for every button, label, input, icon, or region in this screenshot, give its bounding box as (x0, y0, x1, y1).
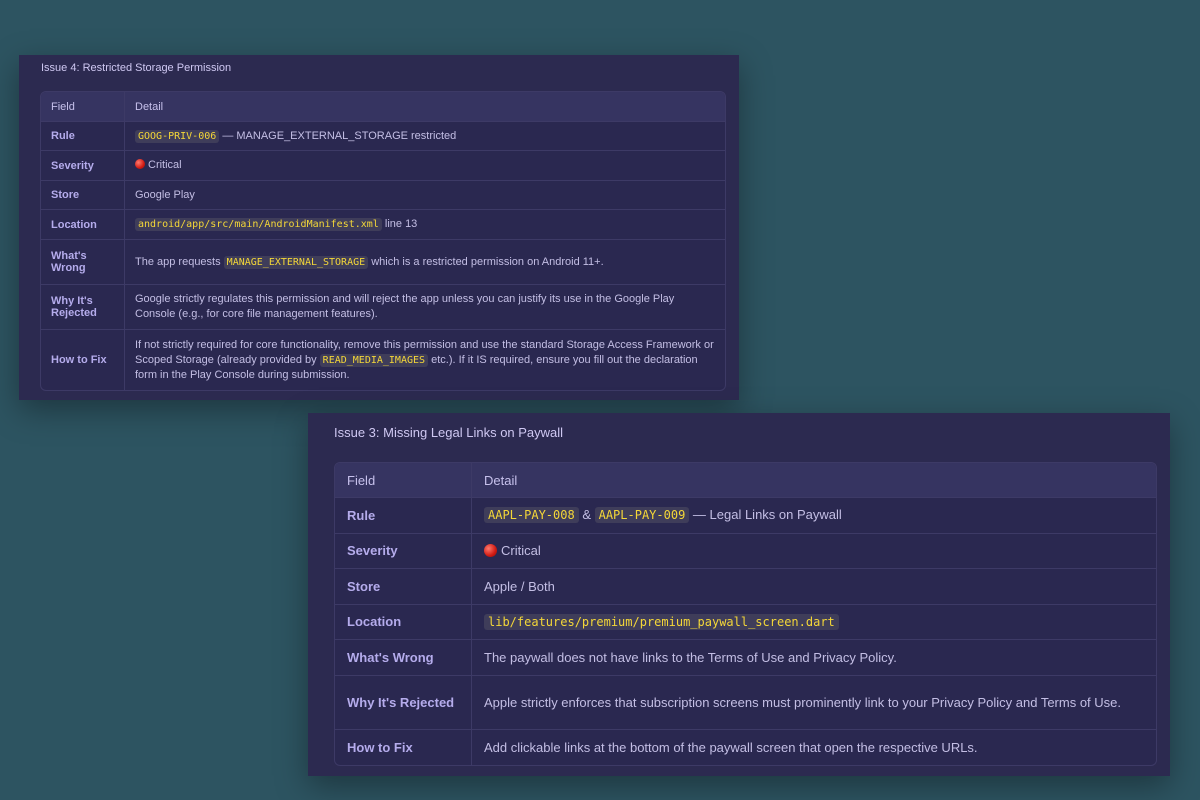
how-to-fix-code: READ_MEDIA_IMAGES (319, 353, 429, 367)
why-rejected-label: Why It's Rejected (41, 285, 125, 330)
store-detail: Google Play (125, 181, 725, 210)
store-label: Store (335, 569, 472, 605)
issue-3-title: Issue 3: Missing Legal Links on Paywall (334, 425, 564, 440)
whats-wrong-text-end: which is a restricted permission on Andr… (368, 255, 604, 268)
field-header: Field (41, 92, 125, 122)
rule-code: GOOG-PRIV-006 (135, 129, 220, 143)
red-circle-icon (484, 544, 497, 558)
red-circle-icon (135, 159, 145, 170)
whats-wrong-label: What's Wrong (41, 240, 125, 285)
location-code: lib/features/premium/premium_paywall_scr… (484, 613, 839, 630)
rule-code-1: AAPL-PAY-008 (484, 507, 579, 524)
whats-wrong-detail: The app requests MANAGE_EXTERNAL_STORAGE… (125, 240, 725, 285)
store-label: Store (41, 181, 125, 210)
store-detail: Apple / Both (472, 569, 1156, 605)
how-to-fix-label: How to Fix (335, 729, 472, 765)
severity-detail: Critical (472, 534, 1156, 569)
issue-4-card: Issue 4: Restricted Storage Permission F… (19, 55, 739, 400)
why-rejected-detail: Google strictly regulates this permissio… (125, 285, 725, 330)
rule-code-2: AAPL-PAY-009 (594, 507, 690, 524)
issue-3-card: Issue 3: Missing Legal Links on Paywall … (308, 413, 1170, 776)
how-to-fix-detail: If not strictly required for core functi… (125, 330, 725, 390)
how-to-fix-label: How to Fix (41, 330, 125, 390)
location-detail: lib/features/premium/premium_paywall_scr… (472, 605, 1156, 640)
table-row: Why It's Rejected Apple strictly enforce… (335, 675, 1156, 730)
location-label: Location (335, 604, 472, 640)
table-row: Rule AAPL-PAY-008 & AAPL-PAY-009 — Legal… (335, 498, 1156, 534)
field-header: Field (335, 463, 472, 498)
table-row: How to Fix If not strictly required for … (41, 330, 725, 390)
severity-label: Severity (41, 151, 125, 181)
table-row: What's Wrong The app requests MANAGE_EXT… (41, 240, 725, 285)
rule-text: — Legal Links on Paywall (689, 507, 842, 523)
issue-3-table: Field Detail Rule AAPL-PAY-008 & AAPL-PA… (334, 462, 1157, 766)
table-header-row: Field Detail (41, 92, 725, 122)
location-label: Location (41, 210, 125, 240)
table-row: Location android/app/src/main/AndroidMan… (41, 210, 725, 240)
rule-detail: GOOG-PRIV-006 — MANAGE_EXTERNAL_STORAGE … (125, 122, 725, 151)
rule-label: Rule (335, 498, 472, 534)
rule-text: — MANAGE_EXTERNAL_STORAGE restricted (219, 129, 457, 142)
whats-wrong-detail: The paywall does not have links to the T… (472, 640, 1156, 676)
why-rejected-detail: Apple strictly enforces that subscriptio… (472, 676, 1156, 730)
whats-wrong-code: MANAGE_EXTERNAL_STORAGE (223, 255, 369, 269)
rule-ampersand: & (578, 507, 595, 523)
how-to-fix-detail: Add clickable links at the bottom of the… (484, 739, 978, 755)
table-row: Severity Critical (335, 533, 1156, 569)
severity-label: Severity (335, 533, 472, 569)
rule-label: Rule (41, 122, 125, 151)
whats-wrong-label: What's Wrong (335, 640, 472, 676)
table-row: How to Fix Add clickable links at the bo… (335, 729, 1156, 765)
table-header-row: Field Detail (335, 463, 1156, 498)
detail-header: Detail (125, 92, 725, 122)
issue-4-table: Field Detail Rule GOOG-PRIV-006 — MANAGE… (40, 91, 726, 391)
location-code: android/app/src/main/AndroidManifest.xml (135, 218, 382, 231)
table-row: Store Apple / Both (335, 569, 1156, 605)
table-row: What's Wrong The paywall does not have l… (335, 640, 1156, 676)
table-row: Severity Critical (41, 151, 725, 181)
detail-header: Detail (472, 463, 1156, 498)
table-row: Rule GOOG-PRIV-006 — MANAGE_EXTERNAL_STO… (41, 122, 725, 151)
table-row: Store Google Play (41, 181, 725, 210)
table-row: Location lib/features/premium/premium_pa… (335, 604, 1156, 640)
rule-detail: AAPL-PAY-008 & AAPL-PAY-009 — Legal Link… (472, 498, 1156, 534)
whats-wrong-text: The app requests (135, 255, 224, 268)
why-rejected-label: Why It's Rejected (335, 675, 472, 730)
location-detail: android/app/src/main/AndroidManifest.xml… (125, 210, 725, 240)
severity-text: Critical (148, 159, 182, 171)
table-row: Why It's Rejected Google strictly regula… (41, 285, 725, 330)
issue-4-title: Issue 4: Restricted Storage Permission (41, 62, 232, 74)
location-text: line 13 (381, 218, 418, 230)
severity-detail: Critical (125, 151, 725, 181)
severity-text: Critical (501, 543, 541, 559)
